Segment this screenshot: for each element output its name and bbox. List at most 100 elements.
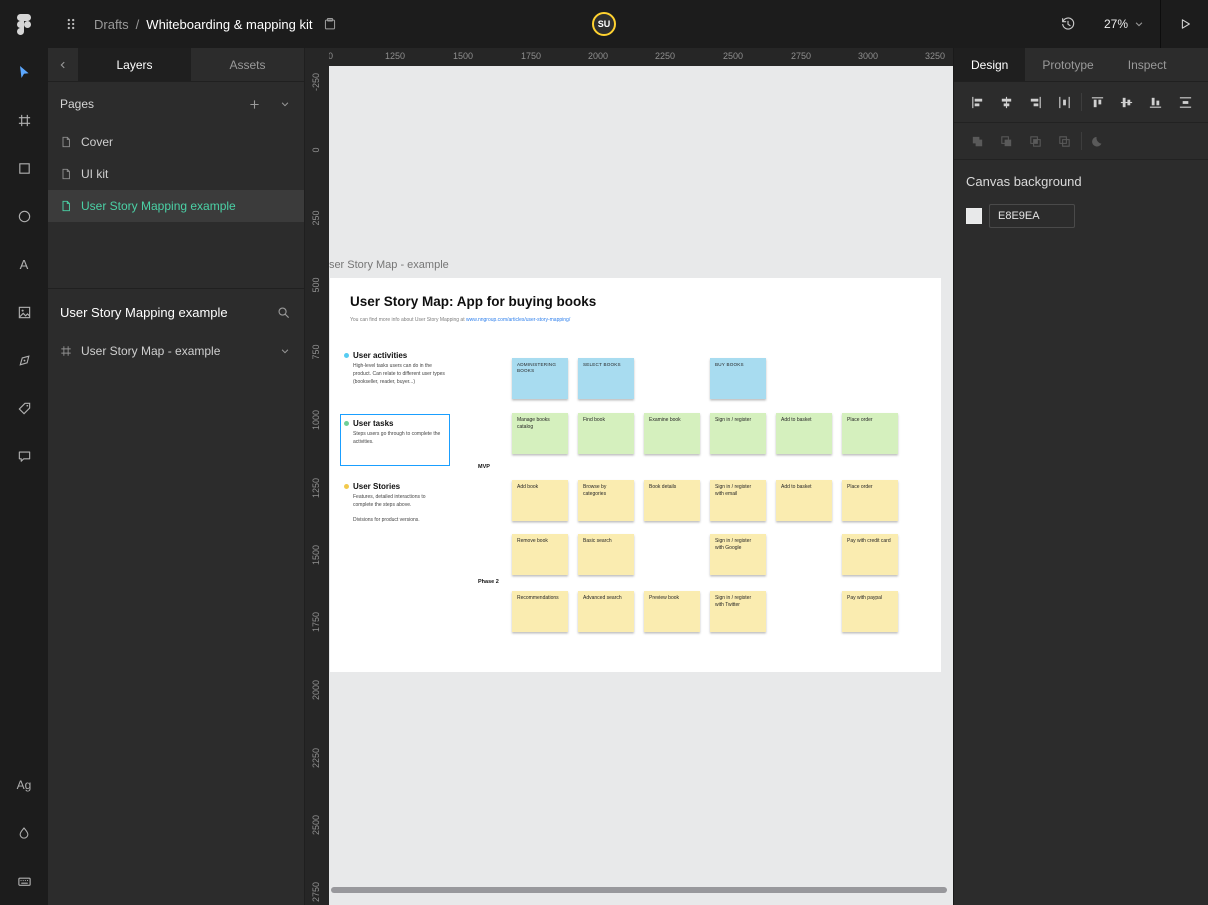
frame-layer-icon: [60, 345, 72, 357]
page-row-ui-kit[interactable]: UI kit: [48, 158, 304, 190]
tool-rail: A Ag: [0, 48, 48, 905]
sticky-note[interactable]: Preview book: [644, 591, 700, 632]
exclude-icon[interactable]: [1051, 128, 1077, 154]
collapse-pages-icon[interactable]: [280, 99, 290, 110]
page-row-cover[interactable]: Cover: [48, 126, 304, 158]
canvas[interactable]: User Story Map - example User Story Map:…: [329, 66, 953, 905]
toolbar-divider: [1080, 93, 1082, 111]
move-tool-icon[interactable]: [0, 48, 48, 96]
align-horizontal-center-icon[interactable]: [993, 89, 1019, 115]
sticky-note[interactable]: Remove book: [512, 534, 568, 575]
right-panel: Design Prototype Inspect Canvas backgrou…: [953, 48, 1208, 905]
legend-user-tasks[interactable]: User tasks Steps users go through to com…: [344, 419, 456, 447]
frame-label[interactable]: User Story Map - example: [329, 259, 449, 271]
sticky-note[interactable]: Pay with paypal: [842, 591, 898, 632]
sticky-note[interactable]: SELECT BOOKS: [578, 358, 634, 399]
zoom-menu[interactable]: 27%: [1088, 0, 1160, 48]
legend-user-activities[interactable]: User activities High-level tasks users c…: [344, 351, 456, 386]
sticky-note[interactable]: Examine book: [644, 413, 700, 454]
search-icon[interactable]: [277, 306, 290, 319]
menu-icon[interactable]: [56, 9, 86, 39]
align-right-icon[interactable]: [1022, 89, 1048, 115]
sticky-note[interactable]: Advanced search: [578, 591, 634, 632]
frame-tool-icon[interactable]: [0, 96, 48, 144]
sticky-note[interactable]: ADMINISTERING BOOKS: [512, 358, 568, 399]
sticky-note[interactable]: Find book: [578, 413, 634, 454]
ruler-horizontal: 00 1250 1500 1750 2000 2250 2500 2750 30…: [329, 48, 953, 66]
sticky-note[interactable]: Place order: [842, 413, 898, 454]
tab-assets[interactable]: Assets: [191, 48, 304, 81]
subtract-icon[interactable]: [993, 128, 1019, 154]
file-title[interactable]: Whiteboarding & mapping kit: [146, 17, 312, 32]
sticky-note[interactable]: Book details: [644, 480, 700, 521]
ellipse-tool-icon[interactable]: [0, 192, 48, 240]
sticky-note[interactable]: Manage books catalog: [512, 413, 568, 454]
clipboard-icon[interactable]: [323, 17, 337, 31]
sticky-note[interactable]: Pay with credit card: [842, 534, 898, 575]
sticky-note[interactable]: Recommendations: [512, 591, 568, 632]
color-swatch[interactable]: [966, 208, 982, 224]
board-title[interactable]: User Story Map: App for buying books: [350, 294, 596, 309]
align-bottom-icon[interactable]: [1143, 89, 1169, 115]
sticky-note[interactable]: Add book: [512, 480, 568, 521]
tab-prototype[interactable]: Prototype: [1025, 48, 1110, 81]
layer-expand-icon[interactable]: [280, 346, 290, 356]
breadcrumb-separator: /: [135, 16, 140, 32]
subtitle-link[interactable]: www.nngroup.com/articles/user-story-mapp…: [466, 317, 570, 323]
image-tool-icon[interactable]: [0, 288, 48, 336]
figma-logo[interactable]: [0, 0, 48, 48]
sticky-note[interactable]: Sign in / register with email: [710, 480, 766, 521]
version-history-icon[interactable]: [1048, 0, 1088, 48]
rectangle-tool-icon[interactable]: [0, 144, 48, 192]
milestone-mvp[interactable]: MVP: [478, 464, 490, 470]
tab-design[interactable]: Design: [954, 48, 1026, 81]
distribute-horizontal-icon[interactable]: [1051, 89, 1077, 115]
breadcrumb-root[interactable]: Drafts: [94, 17, 129, 32]
union-icon[interactable]: [964, 128, 990, 154]
layer-row-frame[interactable]: User Story Map - example: [48, 335, 304, 367]
intersect-icon[interactable]: [1022, 128, 1048, 154]
align-left-icon[interactable]: [964, 89, 990, 115]
sticky-note[interactable]: Add to basket: [776, 480, 832, 521]
type-styles-icon[interactable]: Ag: [0, 761, 48, 809]
pen-tool-icon[interactable]: [0, 336, 48, 384]
mask-icon[interactable]: [1085, 128, 1111, 154]
sticky-note[interactable]: Browse by categories: [578, 480, 634, 521]
sticky-note[interactable]: Sign in / register: [710, 413, 766, 454]
milestone-phase2[interactable]: Phase 2: [478, 579, 499, 585]
legend-user-stories[interactable]: User Stories Features, detailed interact…: [344, 482, 456, 524]
sticky-note[interactable]: BUY BOOKS: [710, 358, 766, 399]
align-vertical-center-icon[interactable]: [1114, 89, 1140, 115]
sticky-note[interactable]: Basic search: [578, 534, 634, 575]
left-panel: Layers Assets Pages Cover UI kit User St…: [48, 48, 305, 905]
horizontal-scrollbar[interactable]: [331, 887, 947, 893]
comment-tool-icon[interactable]: [0, 432, 48, 480]
add-page-icon[interactable]: [249, 99, 260, 110]
sticky-note[interactable]: Add to basket: [776, 413, 832, 454]
hex-color-field[interactable]: E8E9EA: [989, 204, 1075, 228]
tab-inspect[interactable]: Inspect: [1111, 48, 1184, 81]
page-row-user-story-mapping[interactable]: User Story Mapping example: [48, 190, 304, 222]
topbar-right: 27%: [1048, 0, 1208, 48]
distribute-vertical-icon[interactable]: [1172, 89, 1198, 115]
text-tool-icon[interactable]: A: [0, 240, 48, 288]
avatar[interactable]: SU: [592, 12, 616, 36]
collapse-panel-icon[interactable]: [48, 48, 78, 81]
page-label: Cover: [81, 135, 114, 149]
tab-layers[interactable]: Layers: [78, 48, 191, 81]
sticky-row-stories-3: Recommendations Advanced search Preview bo…: [512, 591, 898, 632]
chevron-down-icon: [1134, 19, 1144, 29]
present-button[interactable]: [1160, 0, 1208, 48]
align-top-icon[interactable]: [1085, 89, 1111, 115]
color-styles-icon[interactable]: [0, 809, 48, 857]
tag-tool-icon[interactable]: [0, 384, 48, 432]
story-map-frame[interactable]: User Story Map: App for buying books You…: [330, 278, 941, 672]
sticky-note[interactable]: Sign in / register with Google: [710, 534, 766, 575]
sticky-note[interactable]: Place order: [842, 480, 898, 521]
breadcrumb: Drafts / Whiteboarding & mapping kit: [94, 17, 337, 32]
keyboard-icon[interactable]: [0, 857, 48, 905]
canvas-area: 00 1250 1500 1750 2000 2250 2500 2750 30…: [305, 48, 953, 905]
sticky-note[interactable]: Sign in / register with Twitter: [710, 591, 766, 632]
